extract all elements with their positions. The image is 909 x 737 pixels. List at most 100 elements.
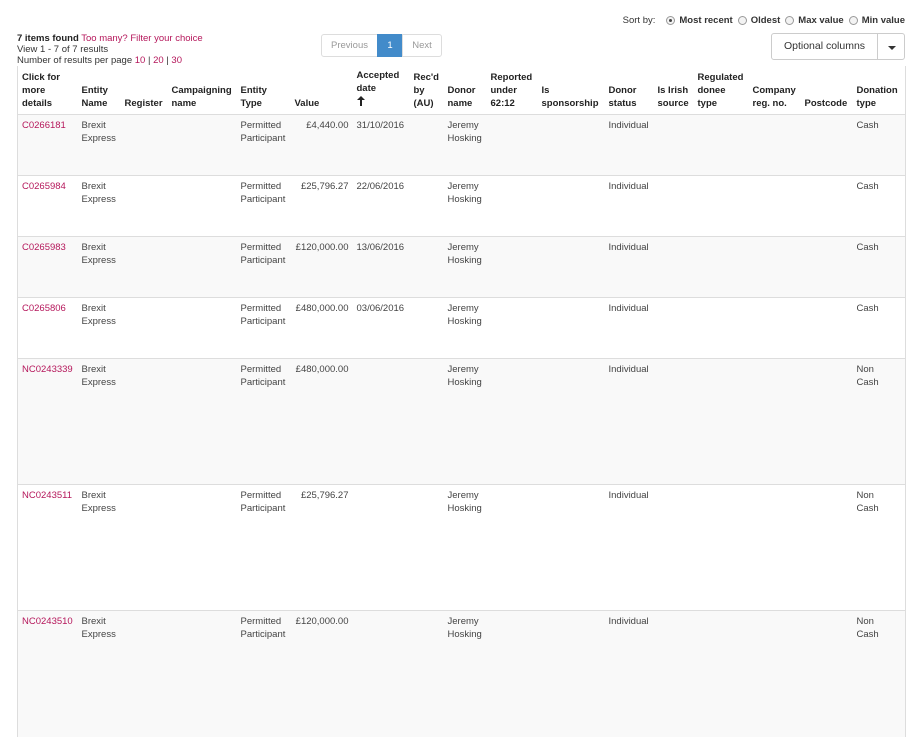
optional-columns-dropdown-button[interactable] [877, 33, 905, 60]
cell-is-irish-source [653, 297, 694, 359]
items-found-count: 7 items found [17, 33, 79, 44]
cell-register [120, 175, 168, 237]
per-page-20-link[interactable]: 20 [153, 55, 164, 66]
sort-option-label: Most recent [679, 15, 733, 26]
cell-text-line: Hosking [447, 377, 482, 388]
cell-postcode [800, 484, 853, 611]
table-row: C0265983 Brexit Express Permitted Participan… [17, 236, 906, 298]
header-regulated-donee-type[interactable]: Regulated donee type [693, 66, 749, 115]
view-range-text: View 1 - 7 of 7 results [17, 44, 109, 55]
table-row: C0265806 Brexit Express Permitted Participan… [17, 297, 906, 359]
cell-text-line: Express [81, 377, 116, 388]
donation-id-link[interactable]: C0265983 [22, 242, 66, 253]
radio-icon[interactable] [848, 16, 858, 25]
cell-register [120, 114, 168, 176]
cell-text-line: Hosking [447, 255, 482, 266]
radio-selected-icon[interactable] [666, 16, 676, 25]
per-page-10-link[interactable]: 10 [135, 55, 146, 66]
cell-company-reg-no [748, 175, 801, 237]
cell-text-line: Jeremy [447, 616, 479, 627]
header-company-reg-no[interactable]: Company reg. no. [748, 66, 801, 115]
donation-id-link[interactable]: NC0243510 [22, 616, 73, 627]
cell-text-line: Express [81, 629, 116, 640]
cell-is-irish-source [653, 175, 694, 237]
cell-company-reg-no [748, 610, 801, 737]
header-text: Entity [240, 85, 267, 96]
current-page-button[interactable]: 1 [377, 34, 403, 57]
sort-option-min-value[interactable]: Min value [848, 15, 905, 26]
header-is-irish-source[interactable]: Is Irish source [653, 66, 694, 115]
sort-bar: Sort by: Most recent Oldest Max value Mi… [623, 15, 905, 26]
filter-choice-link[interactable]: Too many? Filter your choice [81, 33, 202, 44]
header-text: name [171, 98, 197, 109]
header-text: Donor [608, 85, 637, 96]
cell-is-sponsorship [537, 358, 605, 485]
optional-columns-button[interactable]: Optional columns [771, 33, 878, 60]
donation-id-link[interactable]: C0266181 [22, 120, 66, 131]
header-text: source [657, 98, 689, 109]
pagination: Previous 1 Next [321, 34, 442, 57]
header-recd-by[interactable]: Rec'd by (AU) [409, 66, 444, 115]
per-page-30-link[interactable]: 30 [171, 55, 182, 66]
cell-text-line: Cash [856, 181, 879, 192]
cell-entity-name: Brexit Express [77, 114, 121, 176]
header-entity-type[interactable]: Entity Type [236, 66, 291, 115]
cell-campaigning-name [167, 297, 237, 359]
cell-is-sponsorship [537, 484, 605, 611]
sort-option-oldest[interactable]: Oldest [737, 15, 780, 26]
cell-text-line: Participant [240, 194, 286, 205]
previous-page-button[interactable]: Previous [321, 34, 378, 57]
header-text: Value [294, 98, 320, 109]
cell-value: £480,000.00 [290, 297, 353, 359]
radio-icon[interactable] [737, 16, 747, 25]
cell-recd-by [409, 236, 444, 298]
next-page-button[interactable]: Next [402, 34, 442, 57]
donation-id-link[interactable]: NC0243511 [22, 490, 72, 501]
header-entity-name[interactable]: Entity Name [77, 66, 121, 115]
cell-details: NC0243510 [17, 610, 78, 737]
table-row: NC0243511 Brexit Express Permitted Participa… [17, 484, 906, 611]
cell-entity-type: Permitted Participant [236, 484, 291, 611]
sort-option-max-value[interactable]: Max value [785, 15, 844, 26]
radio-icon[interactable] [785, 16, 795, 25]
cell-postcode [800, 236, 853, 298]
cell-campaigning-name [167, 610, 237, 737]
cell-entity-name: Brexit Express [77, 297, 121, 359]
donation-id-link[interactable]: C0265806 [22, 303, 66, 314]
cell-accepted-date [352, 610, 410, 737]
header-donation-type[interactable]: Donation type [852, 66, 906, 115]
cell-text-line: Jeremy [447, 181, 479, 192]
cell-entity-type: Permitted Participant [236, 297, 291, 359]
cell-text-line: Cash [856, 120, 879, 131]
sort-option-most-recent[interactable]: Most recent [666, 15, 733, 26]
header-campaigning-name[interactable]: Campaigning name [167, 66, 237, 115]
table-row: NC0243339 Brexit Express Permitted Participa… [17, 358, 906, 485]
header-accepted-date[interactable]: Accepted date [352, 66, 410, 115]
cell-campaigning-name [167, 358, 237, 485]
donation-id-link[interactable]: NC0243339 [22, 364, 73, 375]
cell-text-line: Brexit [81, 120, 106, 131]
cell-company-reg-no [748, 236, 801, 298]
header-reported-under[interactable]: Reported under 62:12 [486, 66, 538, 115]
header-details: Click for more details [17, 66, 78, 115]
cell-details: C0265983 [17, 236, 78, 298]
donation-id-link[interactable]: C0265984 [22, 181, 66, 192]
header-text: status [608, 98, 637, 109]
cell-is-irish-source [653, 484, 694, 611]
cell-donor-name: Jeremy Hosking [443, 175, 487, 237]
cell-text-line: Hosking [447, 194, 482, 205]
header-text: sponsorship [541, 98, 599, 109]
header-postcode[interactable]: Postcode [800, 66, 853, 115]
table-row: C0266181 Brexit Express Permitted Participan… [17, 114, 906, 176]
cell-accepted-date: 31/10/2016 [352, 114, 410, 176]
header-register[interactable]: Register [120, 66, 168, 115]
header-donor-name[interactable]: Donor name [443, 66, 487, 115]
sort-option-label: Min value [861, 15, 905, 26]
header-value[interactable]: Value [290, 66, 353, 115]
header-is-sponsorship[interactable]: Is sponsorship [537, 66, 605, 115]
cell-recd-by [409, 484, 444, 611]
header-donor-status[interactable]: Donor status [604, 66, 654, 115]
cell-value: £480,000.00 [290, 358, 353, 485]
cell-recd-by [409, 610, 444, 737]
cell-reported-under [486, 236, 538, 298]
